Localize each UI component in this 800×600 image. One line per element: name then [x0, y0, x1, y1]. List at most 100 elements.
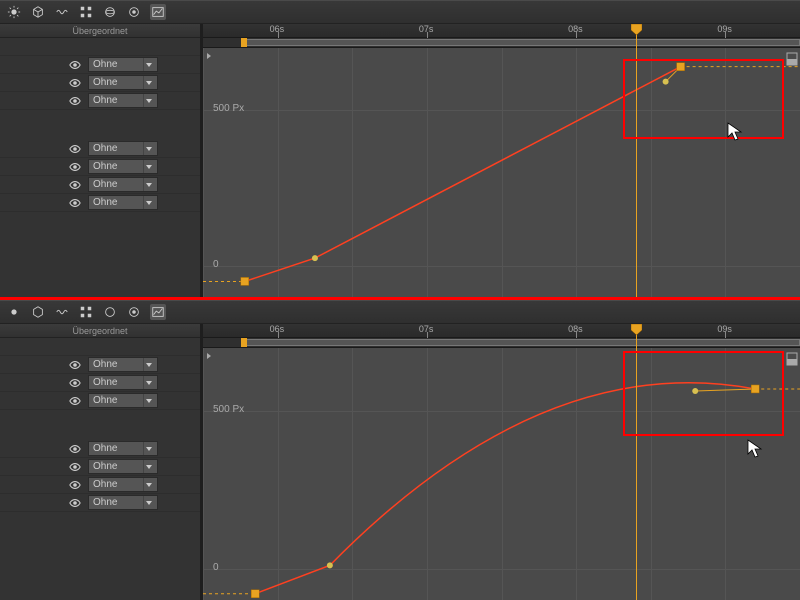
parent-dropdown[interactable]: Ohne	[88, 393, 158, 408]
graph-editor-icon[interactable]	[150, 4, 166, 20]
toolbar-top	[0, 0, 800, 24]
chevron-down-icon	[143, 478, 153, 491]
parent-dropdown[interactable]: Ohne	[88, 195, 158, 210]
cursor-icon	[747, 439, 763, 464]
visibility-icon[interactable]	[68, 196, 82, 210]
wave-icon[interactable]	[54, 304, 70, 320]
visibility-icon[interactable]	[68, 58, 82, 72]
parent-dropdown[interactable]: Ohne	[88, 459, 158, 474]
visibility-icon[interactable]	[68, 442, 82, 456]
layer-row[interactable]: Ohne	[0, 476, 200, 494]
graph-editor[interactable]: 06s07s08s09s 0 500 Px	[200, 324, 800, 600]
chevron-down-icon	[143, 76, 153, 89]
sun-icon[interactable]	[6, 4, 22, 20]
dropdown-value: Ohne	[93, 478, 117, 491]
dropdown-value: Ohne	[93, 358, 117, 371]
visibility-icon[interactable]	[68, 376, 82, 390]
chevron-down-icon	[143, 196, 153, 209]
dropdown-value: Ohne	[93, 460, 117, 473]
layer-row[interactable]: Ohne	[0, 176, 200, 194]
dropdown-value: Ohne	[93, 376, 117, 389]
graph-editor[interactable]: 06s07s08s09s 0500 Px	[200, 24, 800, 297]
parent-dropdown[interactable]: Ohne	[88, 159, 158, 174]
dropdown-value: Ohne	[93, 196, 117, 209]
work-area-bar[interactable]	[203, 38, 800, 48]
playhead[interactable]	[636, 24, 637, 297]
layer-row[interactable]: Ohne	[0, 56, 200, 74]
layer-row[interactable]: Ohne	[0, 194, 200, 212]
keyframe[interactable]	[751, 385, 759, 393]
visibility-icon[interactable]	[68, 76, 82, 90]
playhead[interactable]	[636, 324, 637, 600]
dropdown-value: Ohne	[93, 160, 117, 173]
layer-panel: Übergeordnet Ohne Ohne Ohne Ohne Ohne Ohne Ohn…	[0, 324, 200, 600]
parent-dropdown[interactable]: Ohne	[88, 375, 158, 390]
parent-dropdown[interactable]: Ohne	[88, 57, 158, 72]
parent-dropdown[interactable]: Ohne	[88, 141, 158, 156]
layer-row[interactable]: Ohne	[0, 440, 200, 458]
chevron-down-icon	[143, 442, 153, 455]
layer-row[interactable]: Ohne	[0, 74, 200, 92]
layer-row[interactable]: Ohne	[0, 374, 200, 392]
keyframe[interactable]	[251, 590, 259, 598]
dropdown-value: Ohne	[93, 76, 117, 89]
time-ruler[interactable]: 06s07s08s09s	[203, 324, 800, 338]
parent-dropdown[interactable]: Ohne	[88, 75, 158, 90]
y-axis-label: 500 Px	[213, 404, 244, 415]
wave-icon[interactable]	[54, 4, 70, 20]
visibility-icon[interactable]	[68, 160, 82, 174]
chevron-down-icon	[143, 94, 153, 107]
layer-row[interactable]: Ohne	[0, 494, 200, 512]
keyframe[interactable]	[677, 63, 685, 71]
chevron-down-icon	[143, 58, 153, 71]
y-axis-label: 0	[213, 562, 219, 573]
layer-row[interactable]: Ohne	[0, 458, 200, 476]
keyframe[interactable]	[241, 277, 249, 285]
parent-dropdown[interactable]: Ohne	[88, 93, 158, 108]
layer-row[interactable]: Ohne	[0, 140, 200, 158]
visibility-icon[interactable]	[68, 358, 82, 372]
sun-icon[interactable]	[6, 304, 22, 320]
sphere-icon[interactable]	[102, 4, 118, 20]
dropdown-value: Ohne	[93, 442, 117, 455]
visibility-icon[interactable]	[68, 496, 82, 510]
dropdown-value: Ohne	[93, 94, 117, 107]
chevron-down-icon	[143, 142, 153, 155]
layer-row[interactable]: Ohne	[0, 392, 200, 410]
parent-dropdown[interactable]: Ohne	[88, 357, 158, 372]
col-header: Übergeordnet	[0, 324, 200, 338]
time-ruler[interactable]: 06s07s08s09s	[203, 24, 800, 38]
dropdown-value: Ohne	[93, 178, 117, 191]
sphere-icon[interactable]	[102, 304, 118, 320]
chevron-down-icon	[143, 160, 153, 173]
work-area-bar[interactable]	[203, 338, 800, 348]
graph-editor-icon[interactable]	[150, 304, 166, 320]
chevron-down-icon	[143, 358, 153, 371]
chevron-down-icon	[143, 394, 153, 407]
layer-row[interactable]: Ohne	[0, 158, 200, 176]
layer-row[interactable]: Ohne	[0, 92, 200, 110]
cube-icon[interactable]	[30, 4, 46, 20]
visibility-icon[interactable]	[68, 394, 82, 408]
parent-dropdown[interactable]: Ohne	[88, 477, 158, 492]
toolbar-top	[0, 300, 800, 324]
grid-icon[interactable]	[78, 304, 94, 320]
target-icon[interactable]	[126, 304, 142, 320]
target-icon[interactable]	[126, 4, 142, 20]
chevron-down-icon	[143, 178, 153, 191]
parent-dropdown[interactable]: Ohne	[88, 495, 158, 510]
grid-icon[interactable]	[78, 4, 94, 20]
visibility-icon[interactable]	[68, 478, 82, 492]
visibility-icon[interactable]	[68, 142, 82, 156]
visibility-icon[interactable]	[68, 178, 82, 192]
chevron-down-icon	[143, 376, 153, 389]
cube-icon[interactable]	[30, 304, 46, 320]
layer-row[interactable]: Ohne	[0, 356, 200, 374]
parent-dropdown[interactable]: Ohne	[88, 441, 158, 456]
visibility-icon[interactable]	[68, 94, 82, 108]
visibility-icon[interactable]	[68, 460, 82, 474]
parent-dropdown[interactable]: Ohne	[88, 177, 158, 192]
chevron-down-icon	[143, 496, 153, 509]
panel-divider	[0, 297, 800, 300]
chevron-down-icon	[143, 460, 153, 473]
